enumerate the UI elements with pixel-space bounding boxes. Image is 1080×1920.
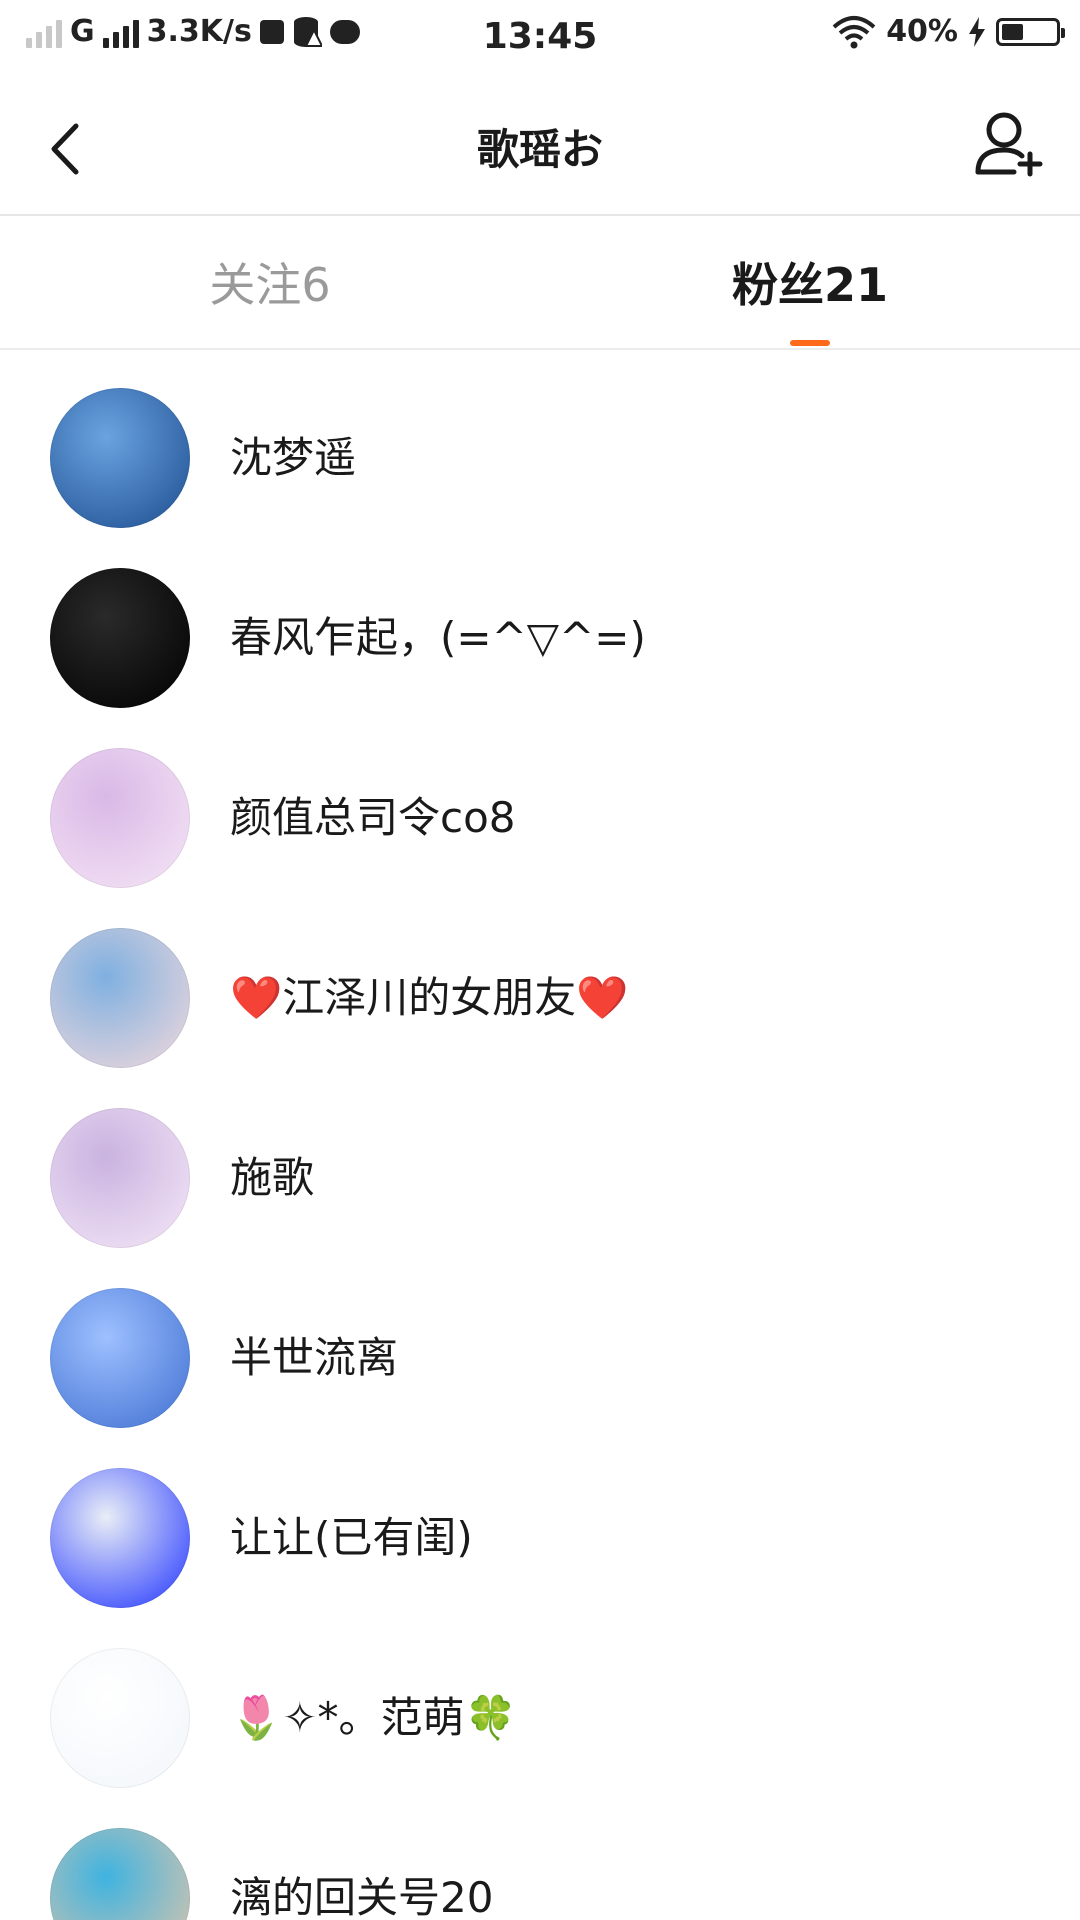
list-item[interactable]: ❤️江泽川的女朋友❤️: [0, 890, 1080, 1070]
status-bar: G 3.3K/s 13:45 40%: [0, 0, 1080, 76]
avatar[interactable]: [50, 1108, 190, 1248]
battery-fill: [1002, 23, 1023, 40]
list-item[interactable]: 半世流离: [0, 1250, 1080, 1430]
fans-list[interactable]: 沈梦遥 春风乍起，(=^▽^=) 颜值总司令co8 ❤️江泽川的女朋友❤️ 施歌…: [0, 350, 1080, 1920]
list-item[interactable]: 让让(已有闺): [0, 1430, 1080, 1610]
list-item[interactable]: 颜值总司令co8: [0, 710, 1080, 890]
header: 歌瑶お: [0, 76, 1080, 216]
avatar[interactable]: [50, 1648, 190, 1788]
avatar[interactable]: [50, 1288, 190, 1428]
fan-name: 🌷✧*。范萌🍀: [230, 1693, 517, 1742]
avatar[interactable]: [50, 1828, 190, 1920]
avatar[interactable]: [50, 568, 190, 708]
fan-name: 让让(已有闺): [230, 1513, 473, 1562]
fan-name: 沈梦遥: [230, 433, 357, 482]
fan-name: 施歌: [230, 1153, 315, 1202]
add-user-icon: [975, 112, 1043, 177]
battery-percent: 40%: [886, 14, 958, 49]
avatar[interactable]: [50, 1468, 190, 1608]
avatar[interactable]: [50, 388, 190, 528]
tab-bar: 关注6 粉丝21: [0, 216, 1080, 350]
status-right: 40%: [832, 14, 1065, 49]
fan-name: 春风乍起，(=^▽^=): [230, 613, 646, 662]
charging-icon: [969, 16, 985, 47]
list-item[interactable]: 沈梦遥: [0, 350, 1080, 530]
tab-active-indicator: [790, 340, 830, 346]
page-title: 歌瑶お: [476, 125, 603, 174]
list-item[interactable]: 春风乍起，(=^▽^=): [0, 530, 1080, 710]
tab-fans[interactable]: 粉丝21: [540, 216, 1080, 348]
add-user-button[interactable]: [970, 106, 1050, 186]
wifi-icon: [832, 15, 876, 48]
fan-name: 半世流离: [230, 1333, 399, 1382]
battery-icon: [996, 17, 1065, 46]
list-item[interactable]: 漓的回关号20: [0, 1790, 1080, 1920]
fan-name: 颜值总司令co8: [230, 793, 516, 842]
tab-following[interactable]: 关注6: [0, 216, 540, 348]
avatar[interactable]: [50, 928, 190, 1068]
fan-name: 漓的回关号20: [230, 1873, 494, 1920]
avatar[interactable]: [50, 748, 190, 888]
list-item[interactable]: 施歌: [0, 1070, 1080, 1250]
fan-name: ❤️江泽川的女朋友❤️: [230, 973, 629, 1022]
list-item[interactable]: 🌷✧*。范萌🍀: [0, 1610, 1080, 1790]
